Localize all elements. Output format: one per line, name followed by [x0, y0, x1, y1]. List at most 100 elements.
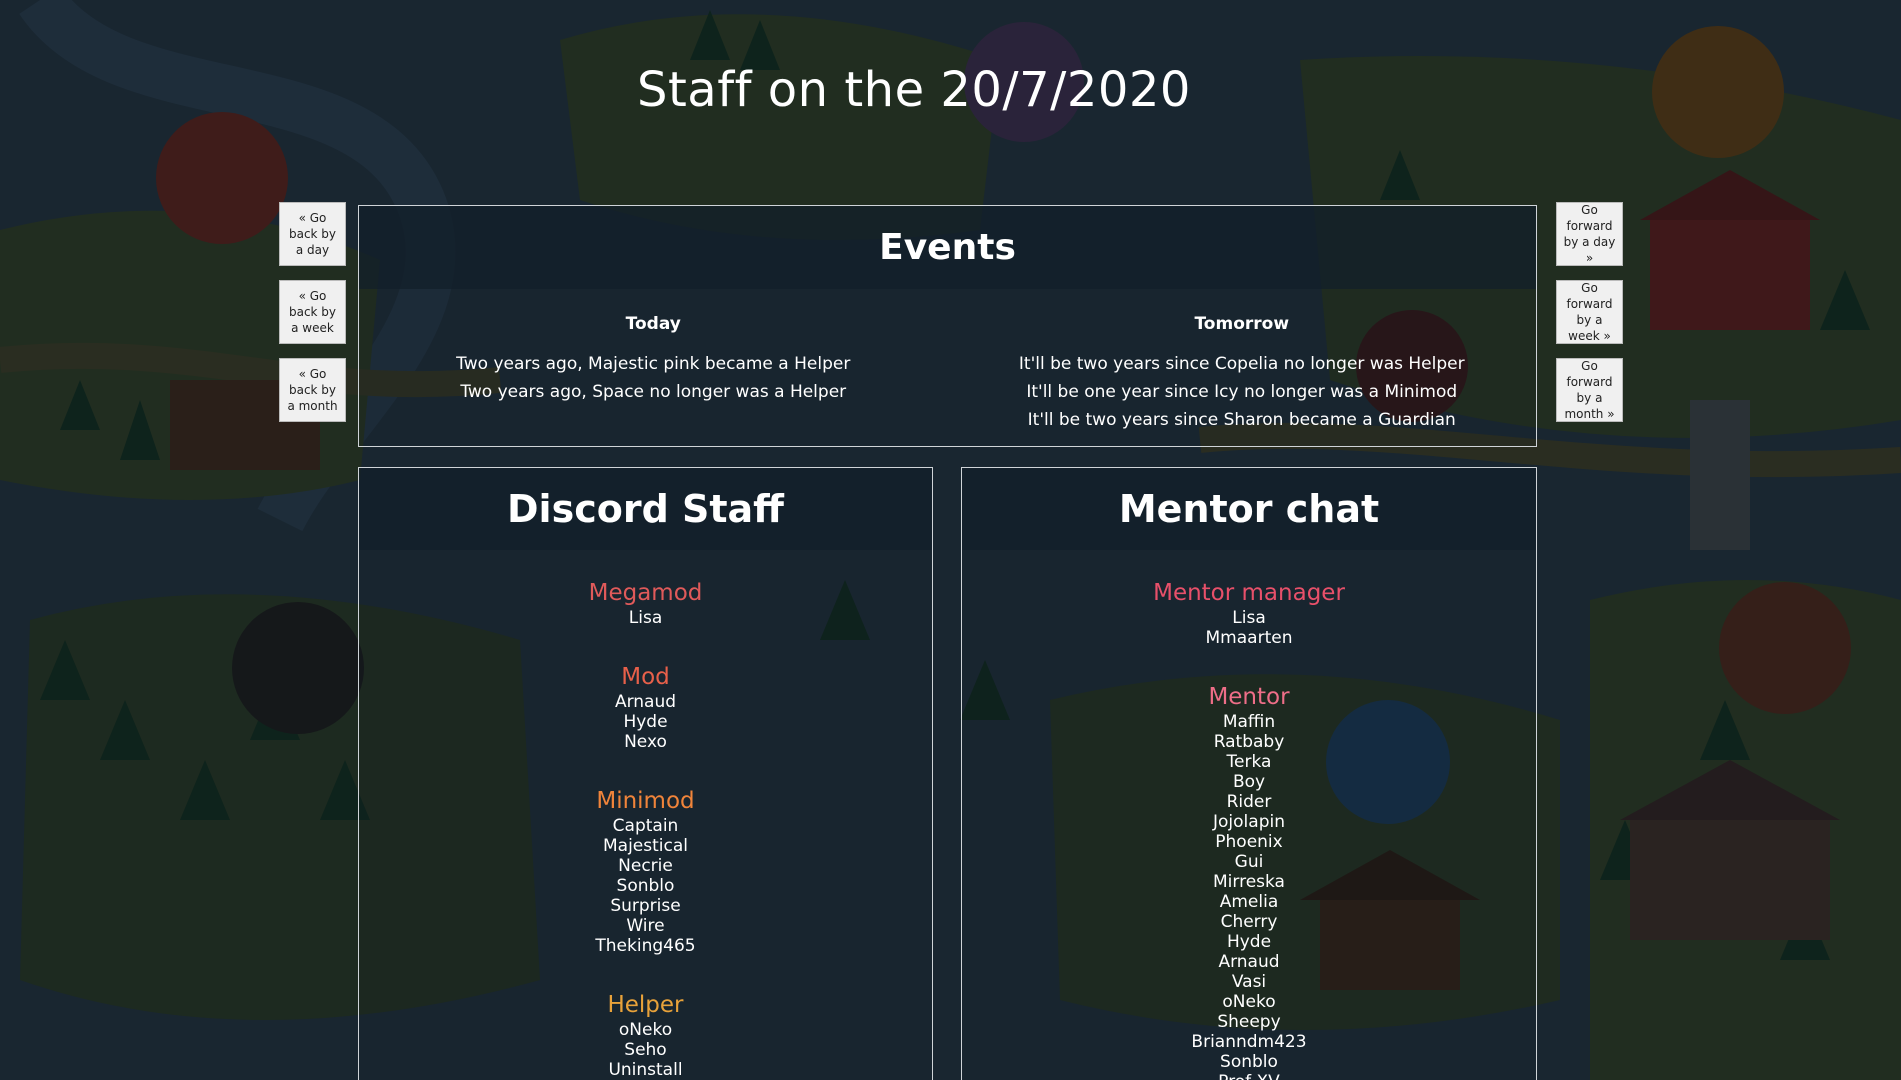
member-name: Ratbaby	[1213, 732, 1285, 752]
role-name: Mentor manager	[1153, 580, 1345, 606]
member-name: Surprise	[610, 896, 681, 916]
event-item: It'll be one year since Icy no longer wa…	[1026, 382, 1458, 402]
member-name: Captain	[612, 816, 679, 836]
member-name: Vasi	[1231, 972, 1267, 992]
member-name: Cherry	[1220, 912, 1278, 932]
nav-label-line: Go	[1581, 281, 1598, 295]
member-name: Hyde	[1226, 932, 1272, 952]
member-name: Arnaud	[1218, 952, 1280, 972]
member-list: Lisa	[359, 608, 932, 628]
go-forward-month-button[interactable]: Go forward by a month »	[1556, 358, 1623, 422]
member-name: Gui	[1234, 852, 1264, 872]
discord-role-list: Megamod Lisa Mod Arnaud Hyde Nexo Minimod Capta…	[359, 550, 932, 1080]
member-name: Boy	[1232, 772, 1266, 792]
go-back-month-button[interactable]: « Go back by a month	[279, 358, 346, 422]
nav-label-line: by a	[1576, 313, 1603, 327]
mentor-role-list: Mentor manager Lisa Mmaarten Mentor Maffin Ra…	[962, 550, 1536, 1080]
nav-label-line: back by	[288, 305, 337, 319]
member-name: Amelia	[1219, 892, 1279, 912]
member-name: Lisa	[628, 608, 663, 628]
member-name: Necrie	[618, 856, 673, 876]
nav-label-line: forward	[1566, 297, 1613, 311]
nav-label-line: « Go	[298, 367, 327, 381]
member-name: Maffin	[1222, 712, 1276, 732]
member-name: Rider	[1226, 792, 1272, 812]
events-title: Events	[359, 206, 1536, 289]
nav-label-line: forward	[1566, 375, 1613, 389]
nav-label-line: »	[1585, 251, 1594, 265]
nav-label-line: by a	[1576, 391, 1603, 405]
member-name: Lisa	[1232, 608, 1266, 628]
events-today-heading: Today	[625, 314, 681, 334]
member-name: Phoenix	[1215, 832, 1283, 852]
member-name: Seho	[624, 1040, 667, 1060]
member-name: Sonblo	[616, 876, 675, 896]
nav-label-line: back by	[288, 227, 337, 241]
go-forward-week-button[interactable]: Go forward by a week »	[1556, 280, 1623, 344]
nav-label-line: a month	[287, 399, 338, 413]
mentor-chat-panel: Mentor chat Mentor manager Lisa Mmaarten Me…	[961, 467, 1537, 1080]
discord-staff-title: Discord Staff	[359, 468, 932, 550]
nav-label-line: by a day	[1563, 235, 1616, 249]
member-name: Majestical	[603, 836, 688, 856]
events-tomorrow-list: It'll be two years since Copelia no long…	[948, 350, 1537, 434]
nav-label-line: back by	[288, 383, 337, 397]
member-name: Nexo	[624, 732, 667, 752]
nav-label-line: a day	[295, 243, 330, 257]
member-name: Sonblo	[1220, 1052, 1278, 1072]
member-name: Sheepy	[1217, 1012, 1281, 1032]
role-group: Minimod Captain Majestical Necrie Sonblo Surp…	[359, 786, 932, 956]
event-item: Two years ago, Majestic pink became a He…	[456, 354, 851, 374]
role-name: Helper	[607, 992, 684, 1018]
go-forward-day-button[interactable]: Go forward by a day »	[1556, 202, 1623, 266]
role-group: Mod Arnaud Hyde Nexo	[359, 662, 932, 752]
page-title: Staff on the 20/7/2020	[637, 62, 1191, 118]
member-name: Hyde	[623, 712, 668, 732]
member-list: Captain Majestical Necrie Sonblo Surprise Wir…	[359, 816, 932, 956]
role-group: Mentor manager Lisa Mmaarten	[962, 578, 1536, 648]
go-back-week-button[interactable]: « Go back by a week	[279, 280, 346, 344]
events-today-column: Today Two years ago, Majestic pink becam…	[359, 289, 948, 434]
nav-label-line: forward	[1566, 219, 1613, 233]
role-name: Minimod	[596, 788, 695, 814]
events-today-list: Two years ago, Majestic pink became a He…	[359, 350, 948, 406]
role-group: Mentor Maffin Ratbaby Terka Boy Rider Jojolapi…	[962, 682, 1536, 1080]
member-name: oNeko	[618, 1020, 673, 1040]
member-name: Prof XV	[962, 1072, 1536, 1080]
nav-label-line: Go	[1581, 203, 1598, 217]
member-list: oNekoSehoUninstallSheepy	[359, 1020, 932, 1080]
member-list: Arnaud Hyde Nexo	[359, 692, 932, 752]
event-item: It'll be two years since Sharon became a…	[1027, 410, 1456, 430]
member-name: Wire	[626, 916, 665, 936]
member-name: oNeko	[1222, 992, 1276, 1012]
role-name: Megamod	[588, 580, 703, 606]
member-name: Jojolapin	[1213, 812, 1285, 832]
member-list: Maffin Ratbaby Terka Boy Rider Jojolapin Phoen…	[962, 712, 1536, 1080]
role-group: Megamod Lisa	[359, 578, 932, 628]
role-group: HelperoNekoSehoUninstallSheepy	[359, 990, 932, 1080]
events-panel: Events Today Two years ago, Majestic pin…	[358, 205, 1537, 447]
member-name: Uninstall	[608, 1060, 683, 1080]
discord-staff-panel: Discord Staff Megamod Lisa Mod Arnaud Hyde Ne…	[358, 467, 933, 1080]
member-name: Brianndm423	[1191, 1032, 1307, 1052]
nav-label-line: « Go	[298, 289, 327, 303]
background-dim-overlay	[0, 0, 1901, 1080]
nav-label-line: Go	[1581, 359, 1598, 373]
member-name: Arnaud	[614, 692, 677, 712]
member-name: Theking465	[595, 936, 696, 956]
go-back-day-button[interactable]: « Go back by a day	[279, 202, 346, 266]
event-item: It'll be two years since Copelia no long…	[1018, 354, 1465, 374]
role-name: Mentor	[1208, 684, 1290, 710]
nav-label-line: month »	[1564, 407, 1615, 421]
nav-label-line: a week	[291, 321, 334, 335]
role-name: Mod	[621, 664, 670, 690]
nav-label-line: « Go	[298, 211, 327, 225]
mentor-chat-title: Mentor chat	[962, 468, 1536, 550]
member-name: Mmaarten	[1205, 628, 1293, 648]
member-list: Lisa Mmaarten	[962, 608, 1536, 648]
member-name: Terka	[1226, 752, 1272, 772]
events-tomorrow-column: Tomorrow It'll be two years since Copeli…	[948, 289, 1537, 434]
nav-label-line: week »	[1568, 329, 1611, 343]
event-item: Two years ago, Space no longer was a Hel…	[460, 382, 847, 402]
events-tomorrow-heading: Tomorrow	[1194, 314, 1290, 334]
